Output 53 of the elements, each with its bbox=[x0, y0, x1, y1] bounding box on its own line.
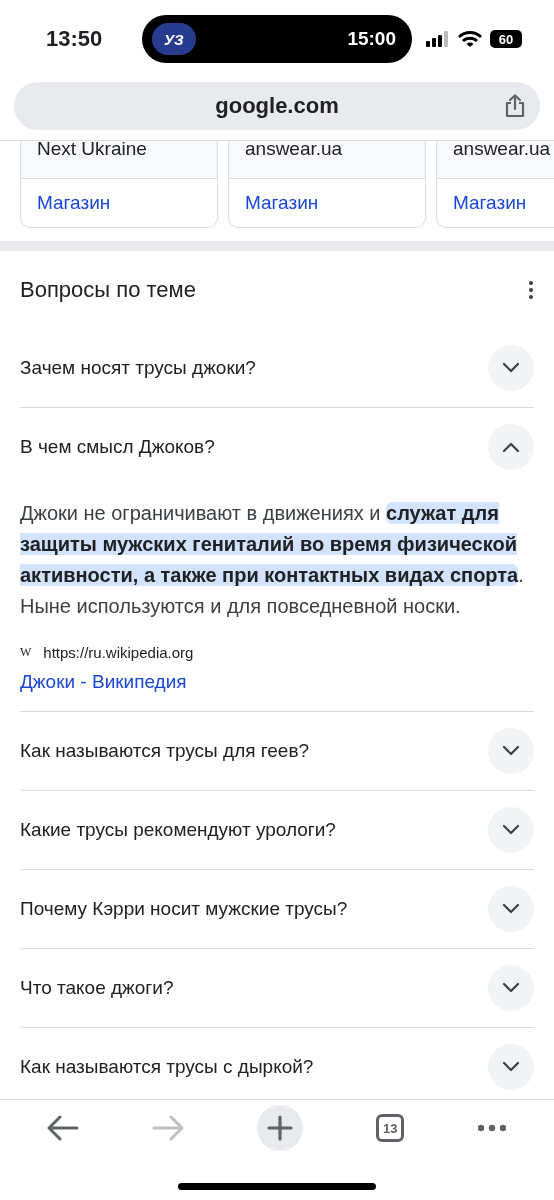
forward-arrow-icon bbox=[151, 1115, 184, 1141]
source-url: https://ru.wikipedia.org bbox=[43, 644, 194, 661]
expand-button[interactable] bbox=[488, 886, 534, 932]
chevron-down-icon bbox=[502, 745, 520, 757]
question-text[interactable]: В чем смысл Джоков? bbox=[20, 436, 215, 458]
more-options-icon[interactable] bbox=[528, 280, 534, 300]
back-arrow-icon bbox=[46, 1115, 79, 1141]
more-button[interactable] bbox=[477, 1124, 508, 1132]
new-tab-button[interactable] bbox=[256, 1105, 303, 1151]
store-card[interactable]: answear.ua Магазин bbox=[228, 141, 426, 228]
expand-button[interactable] bbox=[488, 965, 534, 1011]
plus-icon bbox=[266, 1115, 293, 1141]
clock-time: 13:50 bbox=[46, 26, 104, 52]
signal-icon bbox=[426, 31, 450, 47]
store-name: Next Ukraine bbox=[37, 141, 147, 160]
app-badge: УЗ bbox=[152, 23, 196, 55]
question-text[interactable]: Почему Кэрри носит мужские трусы? bbox=[20, 898, 348, 920]
chevron-down-icon bbox=[502, 824, 520, 836]
question-text[interactable]: Какие трусы рекомендуют урологи? bbox=[20, 819, 336, 841]
back-button[interactable] bbox=[46, 1115, 79, 1141]
expand-button[interactable] bbox=[488, 1044, 534, 1090]
store-name: answear.ua bbox=[453, 141, 551, 160]
store-link[interactable]: Магазин bbox=[453, 192, 527, 214]
expand-button[interactable] bbox=[488, 807, 534, 853]
store-link[interactable]: Магазин bbox=[37, 192, 111, 214]
question-text[interactable]: Зачем носят трусы джоки? bbox=[20, 357, 256, 379]
more-icon bbox=[477, 1124, 508, 1132]
question-text[interactable]: Как называются трусы с дыркой? bbox=[20, 1056, 314, 1078]
tab-switcher-button[interactable]: 13 bbox=[376, 1114, 405, 1142]
source-favicon: W bbox=[20, 645, 32, 660]
store-name: answear.ua bbox=[245, 141, 343, 160]
chevron-down-icon bbox=[502, 362, 520, 374]
source-link[interactable]: Джоки - Википедия bbox=[20, 671, 187, 693]
battery-level: 60 bbox=[490, 30, 522, 48]
chevron-down-icon bbox=[502, 1061, 520, 1073]
store-link[interactable]: Магазин bbox=[245, 192, 319, 214]
question-text[interactable]: Что такое джоги? bbox=[20, 977, 174, 999]
store-card[interactable]: answear.ua Магазин bbox=[436, 141, 554, 228]
question-text[interactable]: Как называются трусы для геев? bbox=[20, 740, 310, 762]
expand-button[interactable] bbox=[488, 345, 534, 391]
share-icon[interactable] bbox=[504, 94, 526, 118]
chevron-down-icon bbox=[502, 982, 520, 994]
store-card[interactable]: Next Ukraine Магазин bbox=[20, 141, 218, 228]
url-text: google.com bbox=[215, 93, 339, 119]
wifi-icon bbox=[458, 30, 482, 48]
address-bar[interactable]: google.com bbox=[14, 82, 540, 130]
chevron-down-icon bbox=[502, 903, 520, 915]
activity-time: 15:00 bbox=[347, 28, 397, 50]
answer-paragraph: Джоки не ограничивают в движениях и служат для защиты мужских гениталий во время физической активности, а также при контактных видах спорта. Ныне используются и для повседневной носки. bbox=[20, 501, 525, 619]
chevron-up-icon bbox=[502, 441, 520, 453]
section-title: Вопросы по теме bbox=[20, 277, 196, 303]
expand-button[interactable] bbox=[488, 728, 534, 774]
expand-button[interactable] bbox=[488, 424, 534, 470]
